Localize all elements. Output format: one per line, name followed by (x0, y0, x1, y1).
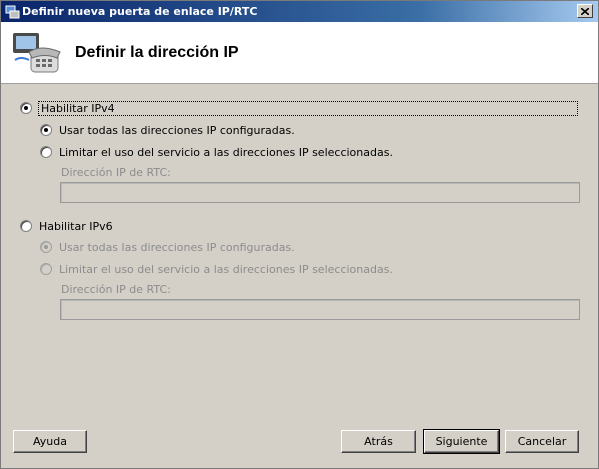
window-title: Definir nueva puerta de enlace IP/RTC (22, 5, 258, 18)
ipv4-use-all-radio[interactable]: Usar todas las direcciones IP configurad… (40, 122, 295, 138)
next-button[interactable]: Siguiente (423, 429, 500, 454)
phone-gateway-icon (13, 33, 61, 73)
enable-ipv4-radio-indicator[interactable] (20, 102, 32, 114)
ipv6-limit-radio-indicator[interactable] (40, 263, 52, 275)
ipv4-use-all-label: Usar todas las direcciones IP configurad… (59, 123, 295, 137)
ipv4-limit-radio-indicator[interactable] (40, 146, 52, 158)
enable-ipv6-radio[interactable]: Habilitar IPv6 (20, 218, 113, 234)
enable-ipv6-label: Habilitar IPv6 (39, 219, 113, 233)
ipv4-rtc-ip-input[interactable] (60, 182, 580, 203)
ipv6-rtc-ip-input[interactable] (60, 299, 580, 320)
cancel-button[interactable]: Cancelar (505, 430, 579, 453)
close-icon (581, 7, 589, 15)
enable-ipv6-radio-indicator[interactable] (20, 220, 32, 232)
ipv6-limit-radio[interactable]: Limitar el uso del servicio a las direcc… (40, 261, 393, 277)
ipv6-rtc-ip-label: Dirección IP de RTC: (61, 283, 171, 296)
ipv6-use-all-radio[interactable]: Usar todas las direcciones IP configurad… (40, 239, 295, 255)
gateway-icon (5, 5, 20, 19)
help-button[interactable]: Ayuda (13, 430, 87, 453)
page-title: Definir la dirección IP (75, 44, 239, 61)
back-button[interactable]: Atrás (341, 430, 416, 453)
ipv4-limit-label: Limitar el uso del servicio a las direcc… (59, 145, 393, 159)
title-bar: Definir nueva puerta de enlace IP/RTC (1, 1, 598, 22)
enable-ipv4-label: Habilitar IPv4 (38, 100, 578, 116)
ipv6-use-all-radio-indicator[interactable] (40, 241, 52, 253)
ipv4-limit-radio[interactable]: Limitar el uso del servicio a las direcc… (40, 144, 393, 160)
enable-ipv4-radio[interactable]: Habilitar IPv4 (20, 100, 578, 116)
wizard-header: Definir la dirección IP (1, 22, 598, 84)
ipv6-limit-label: Limitar el uso del servicio a las direcc… (59, 262, 393, 276)
close-button[interactable] (577, 4, 593, 18)
wizard-window: Definir nueva puerta de enlace IP/RTC De… (0, 0, 599, 469)
ipv6-use-all-label: Usar todas las direcciones IP configurad… (59, 240, 295, 254)
ipv4-rtc-ip-label: Dirección IP de RTC: (61, 166, 171, 179)
ipv4-use-all-radio-indicator[interactable] (40, 124, 52, 136)
